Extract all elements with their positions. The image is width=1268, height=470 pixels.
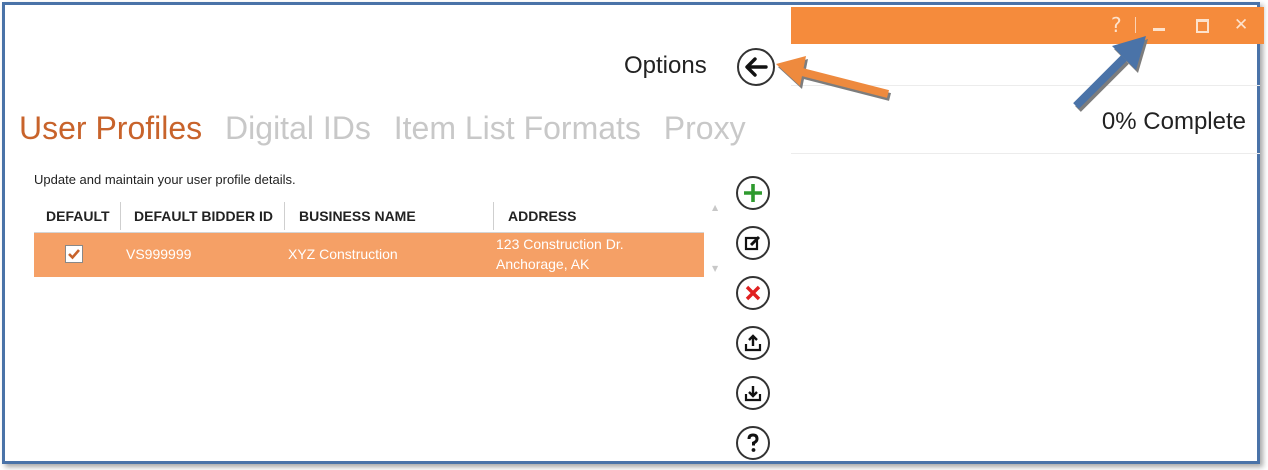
close-icon[interactable]: ✕: [1234, 13, 1248, 37]
annotation-arrow-blue: [1073, 36, 1148, 112]
add-profile-button[interactable]: [736, 176, 770, 210]
profiles-table: DEFAULT DEFAULT BIDDER ID BUSINESS NAME …: [34, 200, 704, 277]
maximize-icon[interactable]: [1196, 19, 1209, 33]
tab-proxy[interactable]: Proxy: [664, 110, 746, 147]
address-line2-cell: Anchorage, AK: [496, 256, 590, 272]
tab-digital-ids[interactable]: Digital IDs: [225, 110, 371, 147]
edit-icon: [744, 235, 761, 251]
divider: [791, 153, 1260, 154]
import-profile-button[interactable]: [736, 376, 770, 410]
table-header: DEFAULT DEFAULT BIDDER ID BUSINESS NAME …: [34, 200, 704, 233]
page-title: Options: [624, 52, 707, 79]
tab-user-profiles[interactable]: User Profiles: [19, 110, 202, 147]
question-icon: [747, 433, 759, 452]
upload-icon: [744, 334, 762, 352]
section-description: Update and maintain your user profile de…: [34, 172, 296, 187]
tab-item-list-formats[interactable]: Item List Formats: [394, 110, 641, 147]
column-header-business-name[interactable]: BUSINESS NAME: [299, 200, 416, 232]
column-divider: [120, 202, 121, 230]
back-arrow-icon: [745, 57, 768, 77]
column-header-address[interactable]: ADDRESS: [508, 200, 576, 232]
scroll-down-icon[interactable]: ▼: [712, 264, 718, 273]
title-bar: ? ✕: [791, 7, 1264, 44]
checkmark-icon: [68, 249, 80, 260]
delete-profile-button[interactable]: [736, 276, 770, 310]
scroll-up-icon[interactable]: ▲: [712, 203, 718, 212]
column-divider: [493, 202, 494, 230]
table-row[interactable]: VS999999 XYZ Construction 123 Constructi…: [34, 233, 704, 277]
title-bar-divider: [1135, 17, 1136, 33]
column-divider: [284, 202, 285, 230]
bidder-id-cell: VS999999: [126, 246, 192, 262]
edit-profile-button[interactable]: [736, 226, 770, 260]
column-header-bidder-id[interactable]: DEFAULT BIDDER ID: [134, 200, 273, 232]
help-button[interactable]: [736, 426, 770, 460]
default-checkbox[interactable]: [65, 245, 83, 263]
minimize-icon[interactable]: [1153, 28, 1165, 31]
plus-icon: [744, 184, 762, 202]
export-profile-button[interactable]: [736, 326, 770, 360]
tab-bar: User Profiles Digital IDs Item List Form…: [19, 110, 760, 147]
column-header-default[interactable]: DEFAULT: [46, 200, 110, 232]
business-name-cell: XYZ Construction: [288, 246, 398, 262]
download-icon: [744, 386, 762, 402]
progress-status: 0% Complete: [1101, 108, 1246, 135]
back-button[interactable]: [737, 48, 775, 86]
address-line1-cell: 123 Construction Dr.: [496, 236, 624, 252]
annotation-arrow-orange: [776, 56, 891, 101]
x-icon: [745, 285, 761, 301]
